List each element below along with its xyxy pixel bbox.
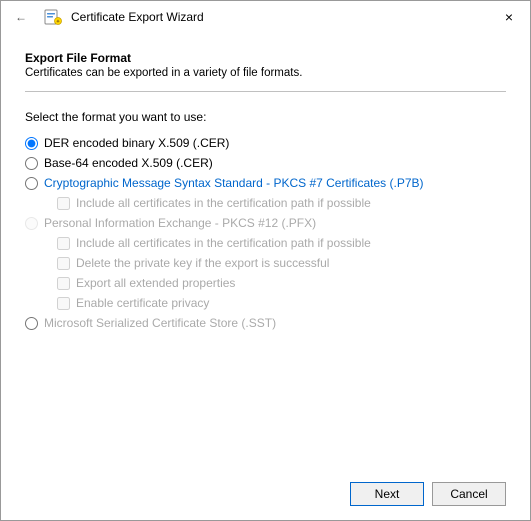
option-pkcs7-include-label: Include all certificates in the certific… (76, 196, 371, 210)
option-pfx-extended-label: Export all extended properties (76, 276, 235, 290)
option-pkcs7-include[interactable]: Include all certificates in the certific… (57, 196, 506, 210)
option-base64[interactable]: Base-64 encoded X.509 (.CER) (25, 156, 506, 170)
section-title: Export File Format (25, 51, 506, 65)
title-bar: ← ✦ Certificate Export Wizard × (1, 1, 530, 33)
next-button[interactable]: Next (350, 482, 424, 506)
cancel-button[interactable]: Cancel (432, 482, 506, 506)
option-sst-label: Microsoft Serialized Certificate Store (… (44, 316, 276, 330)
format-radio-group: DER encoded binary X.509 (.CER) Base-64 … (25, 136, 506, 336)
option-der-label: DER encoded binary X.509 (.CER) (44, 136, 229, 150)
option-base64-label: Base-64 encoded X.509 (.CER) (44, 156, 213, 170)
option-pfx-extended[interactable]: Export all extended properties (57, 276, 506, 290)
option-pfx-privacy[interactable]: Enable certificate privacy (57, 296, 506, 310)
option-pfx-include[interactable]: Include all certificates in the certific… (57, 236, 506, 250)
option-pkcs7[interactable]: Cryptographic Message Syntax Standard - … (25, 176, 506, 190)
cert-icon: ✦ (43, 7, 63, 27)
form-select-label: Select the format you want to use: (25, 110, 506, 124)
footer: Next Cancel (1, 472, 530, 520)
option-der[interactable]: DER encoded binary X.509 (.CER) (25, 136, 506, 150)
option-pfx-include-label: Include all certificates in the certific… (76, 236, 371, 250)
option-pkcs7-label: Cryptographic Message Syntax Standard - … (44, 176, 424, 190)
svg-text:✦: ✦ (56, 19, 60, 25)
header-section: Export File Format Certificates can be e… (1, 33, 530, 91)
option-pfx[interactable]: Personal Information Exchange - PKCS #12… (25, 216, 506, 230)
option-pfx-delete-key-label: Delete the private key if the export is … (76, 256, 329, 270)
content-area: Export File Format Certificates can be e… (1, 33, 530, 472)
close-button[interactable]: × (496, 7, 522, 27)
option-sst[interactable]: Microsoft Serialized Certificate Store (… (25, 316, 506, 330)
wizard-window: ← ✦ Certificate Export Wizard × Export F… (0, 0, 531, 521)
section-description: Certificates can be exported in a variet… (25, 67, 506, 79)
back-button[interactable]: ← (11, 7, 31, 27)
form-section: Select the format you want to use: DER e… (1, 92, 530, 472)
option-pfx-delete-key[interactable]: Delete the private key if the export is … (57, 256, 506, 270)
window-title: Certificate Export Wizard (71, 10, 204, 24)
option-pfx-label: Personal Information Exchange - PKCS #12… (44, 216, 316, 230)
option-pfx-privacy-label: Enable certificate privacy (76, 296, 209, 310)
